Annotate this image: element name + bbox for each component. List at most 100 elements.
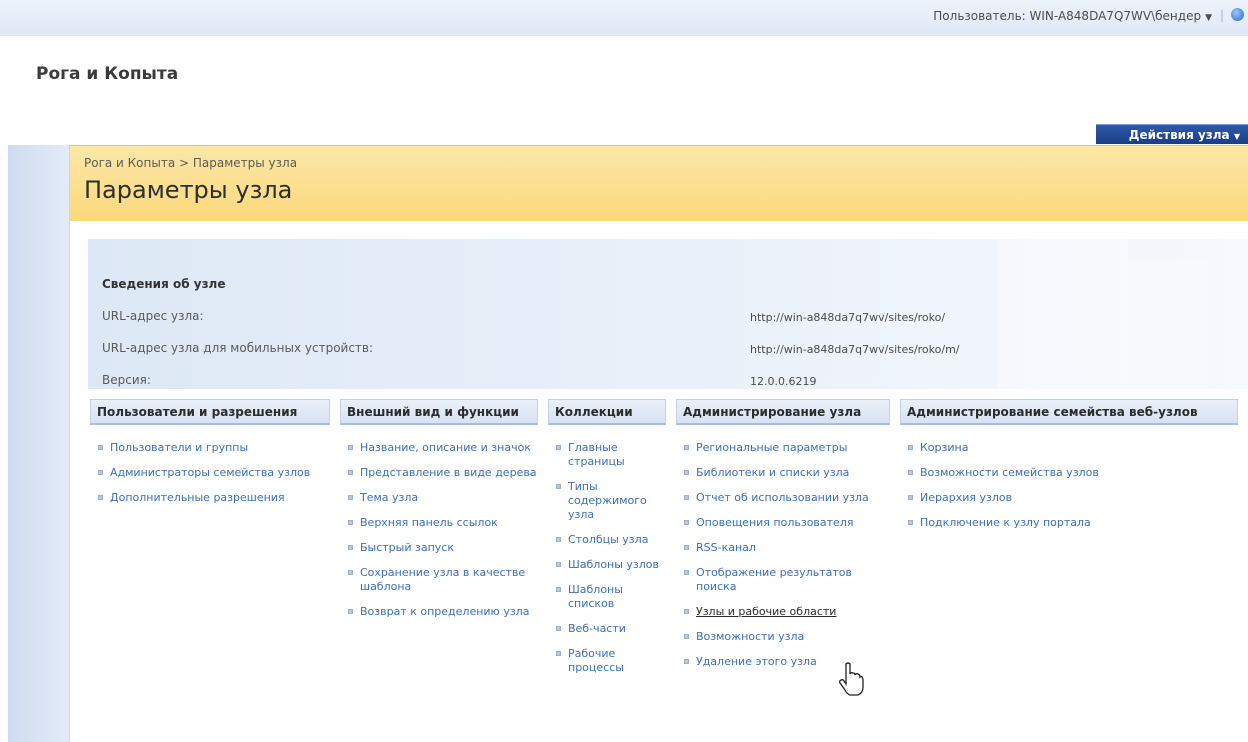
bullet-icon [556, 562, 561, 567]
settings-link[interactable]: Возможности узла [676, 630, 890, 644]
settings-link-label[interactable]: Иерархия узлов [920, 491, 1012, 504]
settings-link[interactable]: Иерархия узлов [900, 491, 1238, 505]
chevron-down-icon[interactable]: ▼ [1234, 132, 1240, 141]
panel-decoration [998, 239, 1128, 389]
settings-link-label[interactable]: Отчет об использовании узла [696, 491, 869, 504]
settings-link-label[interactable]: Администраторы семейства узлов [110, 466, 310, 479]
settings-link[interactable]: Шаблоны узлов [548, 558, 666, 572]
settings-link-label[interactable]: Библиотеки и списки узла [696, 466, 849, 479]
settings-link-label[interactable]: Возврат к определению узла [360, 605, 529, 618]
site-title[interactable]: Рога и Копыта [36, 64, 178, 84]
settings-link-label[interactable]: Подключение к узлу портала [920, 516, 1091, 529]
column-header: Коллекции [548, 399, 666, 425]
site-actions-menu[interactable]: Действия узла ▼ [1096, 124, 1248, 144]
settings-link-label[interactable]: RSS-канал [696, 541, 756, 554]
bullet-icon [348, 545, 353, 550]
settings-link[interactable]: Региональные параметры [676, 441, 890, 455]
settings-link-label[interactable]: Дополнительные разрешения [110, 491, 285, 504]
settings-link-label[interactable]: Сохранение узла в качестве шаблона [360, 566, 525, 593]
settings-link-label[interactable]: Столбцы узла [568, 533, 648, 546]
settings-link[interactable]: Подключение к узлу портала [900, 516, 1238, 530]
settings-link-label[interactable]: Название, описание и значок [360, 441, 531, 454]
help-icon[interactable] [1231, 8, 1244, 21]
bullet-icon [684, 634, 689, 639]
version-value: 12.0.0.6219 [750, 375, 817, 388]
settings-link[interactable]: Узлы и рабочие области [676, 605, 890, 619]
settings-link[interactable]: Корзина [900, 441, 1238, 455]
settings-link-label[interactable]: Шаблоны списков [568, 583, 623, 610]
panel-decoration [1128, 259, 1208, 389]
bullet-icon [556, 537, 561, 542]
settings-link[interactable]: Верхняя панель ссылок [340, 516, 538, 530]
settings-link-label[interactable]: Типы содержимого узла [568, 480, 647, 521]
settings-link[interactable]: Столбцы узла [548, 533, 666, 547]
settings-column: Коллекции Главные страницы Типы содержимог… [548, 399, 666, 686]
user-menu[interactable]: Пользователь: WIN-A848DA7Q7WV\бендер ▼ [933, 9, 1212, 23]
settings-link[interactable]: Администраторы семейства узлов [90, 466, 330, 480]
settings-link-label[interactable]: Быстрый запуск [360, 541, 454, 554]
bullet-icon [348, 495, 353, 500]
settings-link-label[interactable]: Рабочие процессы [568, 647, 624, 674]
settings-link-label[interactable]: Пользователи и группы [110, 441, 248, 454]
settings-link-label[interactable]: Верхняя панель ссылок [360, 516, 498, 529]
settings-link-label[interactable]: Оповещения пользователя [696, 516, 853, 529]
settings-link[interactable]: Сохранение узла в качестве шаблона [340, 566, 538, 594]
bullet-icon [908, 495, 913, 500]
settings-link-label[interactable]: Шаблоны узлов [568, 558, 659, 571]
bullet-icon [98, 445, 103, 450]
settings-link[interactable]: RSS-канал [676, 541, 890, 555]
settings-link[interactable]: Тема узла [340, 491, 538, 505]
settings-link-list: Пользователи и группы Администраторы семе… [90, 441, 330, 505]
main-content: Сведения об узле URL-адрес узла: http://… [70, 221, 1248, 742]
settings-link-label[interactable]: Узлы и рабочие области [696, 605, 836, 618]
settings-link[interactable]: Дополнительные разрешения [90, 491, 330, 505]
settings-link-label[interactable]: Возможности семейства узлов [920, 466, 1099, 479]
left-navigation [8, 145, 70, 742]
settings-link[interactable]: Возможности семейства узлов [900, 466, 1238, 480]
user-label[interactable]: Пользователь: WIN-A848DA7Q7WV\бендер [933, 9, 1201, 23]
settings-link-list: Региональные параметры Библиотеки и списк… [676, 441, 890, 669]
settings-link[interactable]: Пользователи и группы [90, 441, 330, 455]
settings-link[interactable]: Быстрый запуск [340, 541, 538, 555]
page-title: Параметры узла [84, 176, 293, 204]
bullet-icon [556, 445, 561, 450]
bullet-icon [908, 445, 913, 450]
bullet-icon [684, 545, 689, 550]
settings-link[interactable]: Рабочие процессы [548, 647, 666, 675]
mobile-url-label: URL-адрес узла для мобильных устройств: [102, 341, 374, 355]
settings-link-label[interactable]: Представление в виде дерева [360, 466, 537, 479]
breadcrumb[interactable]: Рога и Копыта > Параметры узла [84, 156, 297, 170]
settings-link[interactable]: Возврат к определению узла [340, 605, 538, 619]
bullet-icon [684, 609, 689, 614]
settings-link-label[interactable]: Корзина [920, 441, 968, 454]
bullet-icon [556, 587, 561, 592]
settings-link[interactable]: Представление в виде дерева [340, 466, 538, 480]
top-bar: Пользователь: WIN-A848DA7Q7WV\бендер ▼ | [0, 0, 1248, 36]
column-header: Пользователи и разрешения [90, 399, 330, 425]
settings-link-label[interactable]: Главные страницы [568, 441, 625, 468]
bullet-icon [348, 445, 353, 450]
settings-link-label[interactable]: Тема узла [360, 491, 418, 504]
settings-link-label[interactable]: Региональные параметры [696, 441, 847, 454]
mobile-url-value: http://win-a848da7q7wv/sites/roko/m/ [750, 343, 960, 356]
settings-link[interactable]: Библиотеки и списки узла [676, 466, 890, 480]
settings-link[interactable]: Оповещения пользователя [676, 516, 890, 530]
settings-column: Администрирование узла Региональные парам… [676, 399, 890, 680]
settings-link-label[interactable]: Удаление этого узла [696, 655, 817, 668]
column-header: Администрирование узла [676, 399, 890, 425]
settings-link-label[interactable]: Возможности узла [696, 630, 804, 643]
bullet-icon [556, 651, 561, 656]
bullet-icon [348, 470, 353, 475]
settings-link[interactable]: Название, описание и значок [340, 441, 538, 455]
site-actions-label[interactable]: Действия узла [1129, 128, 1230, 142]
settings-link[interactable]: Типы содержимого узла [548, 480, 666, 522]
settings-link[interactable]: Главные страницы [548, 441, 666, 469]
settings-link-label[interactable]: Отображение результатов поиска [696, 566, 852, 593]
chevron-down-icon[interactable]: ▼ [1205, 13, 1212, 23]
settings-link-label[interactable]: Веб-части [568, 622, 626, 635]
settings-link[interactable]: Отображение результатов поиска [676, 566, 890, 594]
settings-link[interactable]: Шаблоны списков [548, 583, 666, 611]
settings-link[interactable]: Веб-части [548, 622, 666, 636]
settings-link[interactable]: Отчет об использовании узла [676, 491, 890, 505]
site-info-panel: Сведения об узле URL-адрес узла: http://… [88, 239, 1248, 389]
